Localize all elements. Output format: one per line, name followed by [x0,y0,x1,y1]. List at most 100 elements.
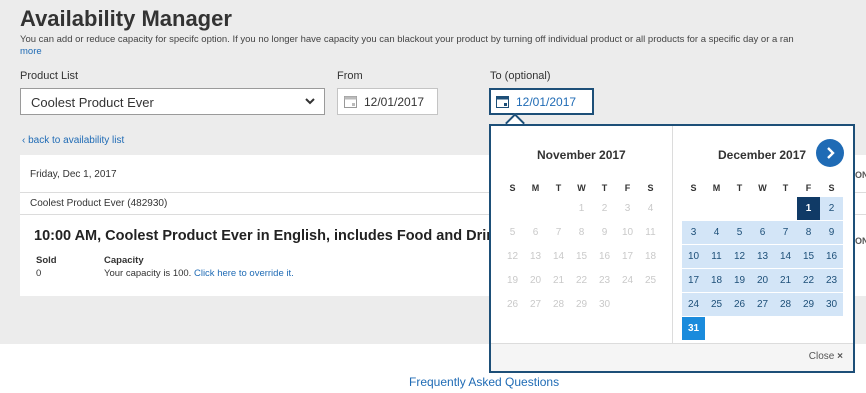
calendar-day-disabled: 20 [529,275,542,286]
left-month-title: November 2017 [537,148,626,162]
calendar-day-disabled: 28 [552,299,565,310]
weekday-header: W [758,183,767,193]
chevron-down-icon [305,98,315,105]
weekday-header: W [577,183,586,193]
right-month-title: December 2017 [718,148,807,162]
override-link[interactable]: Click here to override it. [194,268,294,279]
calendar-day-disabled: 10 [621,227,634,238]
weekday-header: S [647,183,654,193]
calendar-day[interactable]: 24 [682,293,705,316]
calendar-day-disabled: 1 [578,203,585,214]
calendar-day-disabled: 23 [598,275,611,286]
page-description: You can add or reduce capacity for speci… [20,34,794,45]
calendar-icon [496,96,509,108]
calendar-day-disabled: 9 [601,227,608,238]
from-label: From [337,70,363,82]
calendar-day[interactable]: 2 [820,197,843,220]
weekday-header: S [828,183,835,193]
calendar-day[interactable]: 23 [820,269,843,292]
product-list-label: Product List [20,70,79,82]
calendar-day[interactable]: 16 [820,245,843,268]
chevron-right-icon [827,147,835,159]
calendar-day[interactable]: 3 [682,221,705,244]
date-picker-popover: November 2017 December 2017 SMTWTFS12345… [489,124,855,373]
close-label: Close [808,351,835,362]
calendar-day[interactable]: 10 [682,245,705,268]
calendar-day[interactable]: 30 [820,293,843,316]
month-divider [672,126,673,346]
calendar-day-disabled: 4 [647,203,654,214]
product-select[interactable]: Coolest Product Ever [20,88,325,115]
close-button[interactable]: Close × [809,351,843,362]
calendar-day[interactable]: 21 [774,269,797,292]
calendar-day-disabled: 8 [578,227,585,238]
calendar-day[interactable]: 20 [751,269,774,292]
calendar-day-disabled: 3 [624,203,631,214]
calendar-day-disabled: 7 [555,227,562,238]
calendar-day-disabled: 2 [601,203,608,214]
product-heading: Coolest Product Ever (482930) [30,198,168,209]
calendar-day[interactable]: 9 [820,221,843,244]
calendar-day[interactable]: 5 [728,221,751,244]
calendar-day[interactable]: 15 [797,245,820,268]
calendar-day-disabled: 21 [552,275,565,286]
weekday-header: T [601,183,608,193]
calendar-day[interactable]: 8 [797,221,820,244]
calendar-day[interactable]: 7 [774,221,797,244]
calendar-day-disabled: 25 [644,275,657,286]
close-icon: × [837,351,843,362]
calendar-day[interactable]: 1 [797,197,820,220]
weekday-header: F [624,183,631,193]
calendar-day-disabled: 29 [575,299,588,310]
calendar-day-disabled: 5 [509,227,516,238]
capacity-text: Your capacity is 100. Click here to over… [104,268,294,279]
to-date-input[interactable]: 12/01/2017 [489,88,594,115]
calendar-day[interactable]: 19 [728,269,751,292]
calendar-day-disabled: 11 [645,227,656,238]
calendar-day[interactable]: 4 [705,221,728,244]
calendar-day[interactable]: 17 [682,269,705,292]
weekday-header: M [712,183,721,193]
weekday-header: T [736,183,743,193]
date-heading: Friday, Dec 1, 2017 [30,169,117,180]
calendar-day-disabled: 18 [644,251,657,262]
calendar-day[interactable]: 28 [774,293,797,316]
next-month-button[interactable] [816,139,844,167]
calendar-day-disabled: 30 [598,299,611,310]
calendar-day[interactable]: 27 [751,293,774,316]
faq-link[interactable]: Frequently Asked Questions [409,375,559,389]
to-label: To (optional) [490,70,551,82]
calendar-day[interactable]: 11 [705,245,728,268]
calendar-day[interactable]: 31 [682,317,705,340]
calendar-day[interactable]: 14 [774,245,797,268]
calendar-day[interactable]: 6 [751,221,774,244]
calendar-day[interactable]: 13 [751,245,774,268]
capacity-value-text: Your capacity is 100. [104,268,192,279]
calendar-icon [344,96,357,108]
calendar-day[interactable]: 18 [705,269,728,292]
calendar-day-disabled: 16 [598,251,611,262]
from-date-input[interactable]: 12/01/2017 [337,88,438,115]
back-link[interactable]: ‹ back to availability list [22,135,124,146]
calendar-day[interactable]: 29 [797,293,820,316]
more-link[interactable]: more [20,46,42,57]
calendar-day-disabled: 24 [621,275,634,286]
weekday-header: M [531,183,540,193]
product-select-value: Coolest Product Ever [31,95,154,110]
calendar-day[interactable]: 22 [797,269,820,292]
from-date-value: 12/01/2017 [364,95,425,109]
sold-value: 0 [36,268,42,279]
calendar-day-disabled: 13 [529,251,542,262]
calendar-day-disabled: 26 [506,299,519,310]
calendar-day[interactable]: 25 [705,293,728,316]
event-title: 10:00 AM, Coolest Product Ever in Englis… [34,228,521,244]
calendar-day-disabled: 22 [575,275,588,286]
calendar-day-disabled: 14 [552,251,565,262]
toggle-state-text: ON [855,236,866,246]
to-date-value: 12/01/2017 [516,95,577,109]
calendar-day[interactable]: 26 [728,293,751,316]
calendar-day[interactable]: 12 [728,245,751,268]
calendar-day-disabled: 19 [506,275,519,286]
page-title: Availability Manager [20,6,232,31]
popover-footer: Close × [491,343,853,371]
